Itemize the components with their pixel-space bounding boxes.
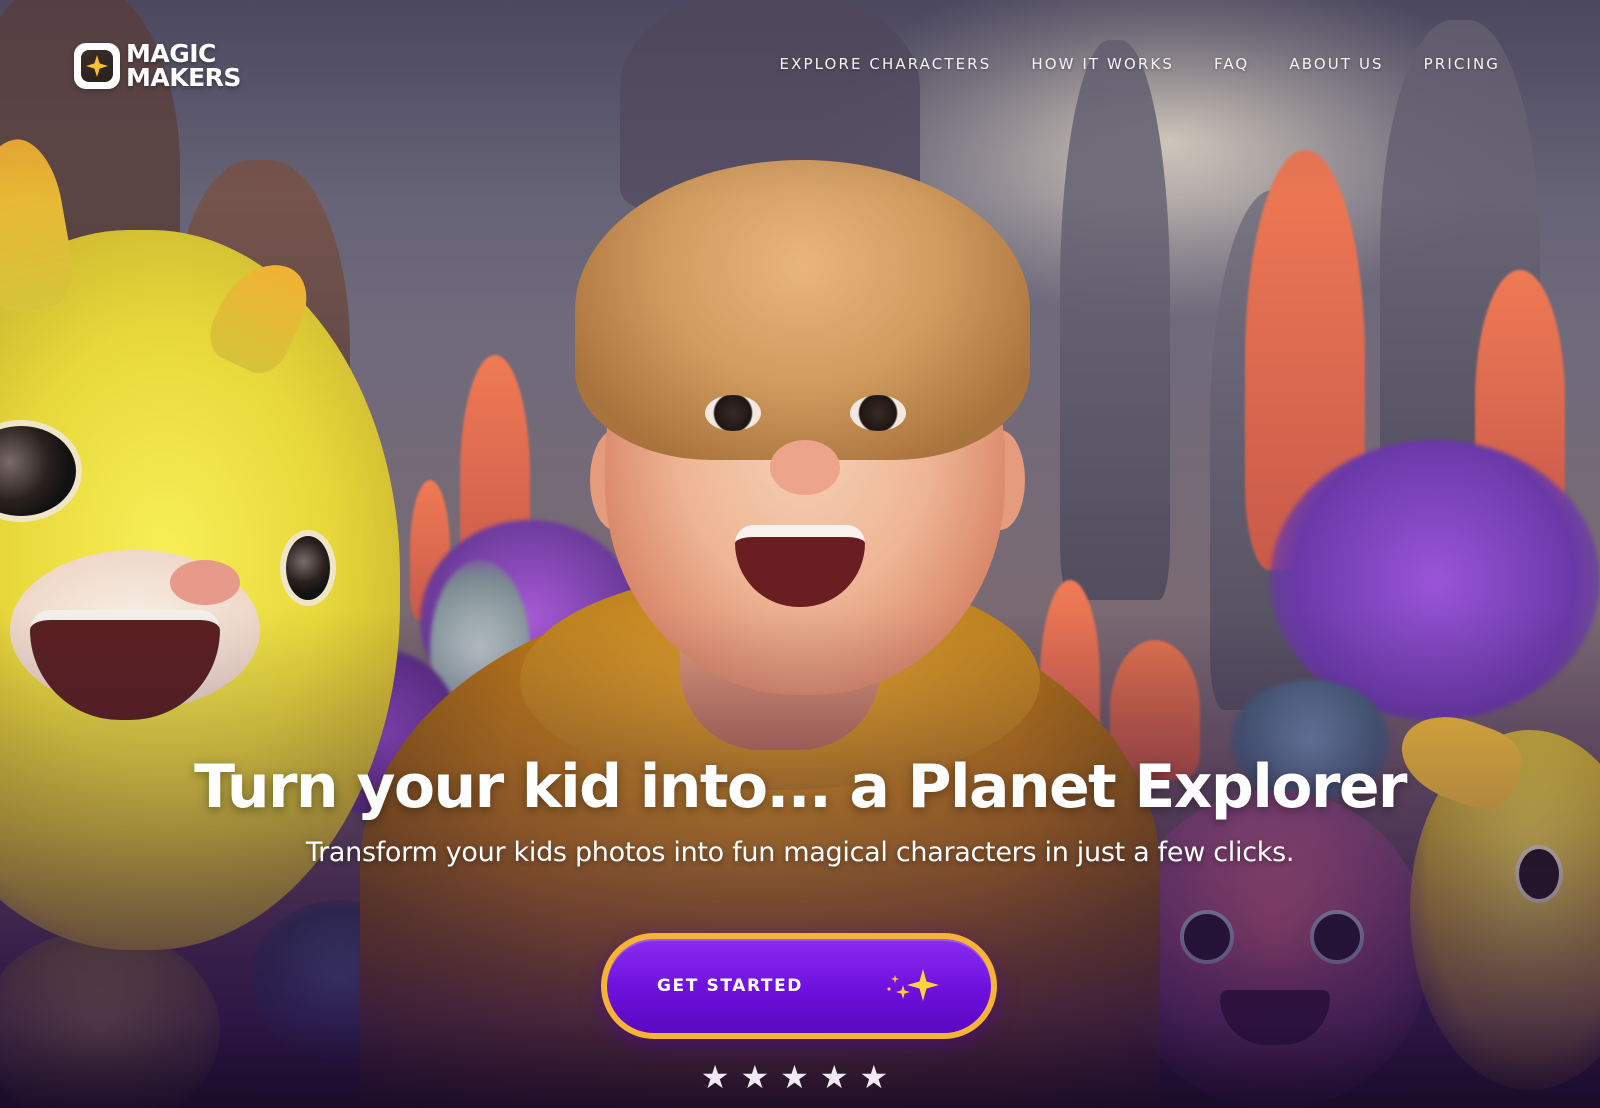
hero-subtitle: Transform your kids photos into fun magi…	[305, 837, 1295, 868]
brand-logo[interactable]: MAGIC MAKERS	[74, 41, 241, 92]
nav-explore-characters[interactable]: EXPLORE CHARACTERS	[780, 55, 992, 73]
hero-title: Turn your kid into... a Planet Explorer	[194, 752, 1407, 822]
nav-pricing[interactable]: PRICING	[1424, 55, 1500, 73]
brand-name: MAGIC MAKERS	[126, 41, 241, 92]
get-started-label: GET STARTED	[657, 976, 804, 996]
brand-name-line2: MAKERS	[126, 63, 241, 92]
get-started-button[interactable]: GET STARTED	[601, 933, 997, 1039]
logo-badge	[74, 43, 120, 89]
rating-stars: ★★★★★	[700, 1058, 900, 1096]
sparkle-icon	[81, 50, 113, 82]
nav-about-us[interactable]: ABOUT US	[1289, 55, 1383, 73]
site-header: MAGIC MAKERS EXPLORE CHARACTERS HOW IT W…	[0, 0, 1600, 130]
main-nav: EXPLORE CHARACTERS HOW IT WORKS FAQ ABOU…	[780, 55, 1500, 73]
nav-how-it-works[interactable]: HOW IT WORKS	[1031, 55, 1174, 73]
sparkles-icon	[883, 965, 943, 1009]
nav-faq[interactable]: FAQ	[1214, 55, 1249, 73]
